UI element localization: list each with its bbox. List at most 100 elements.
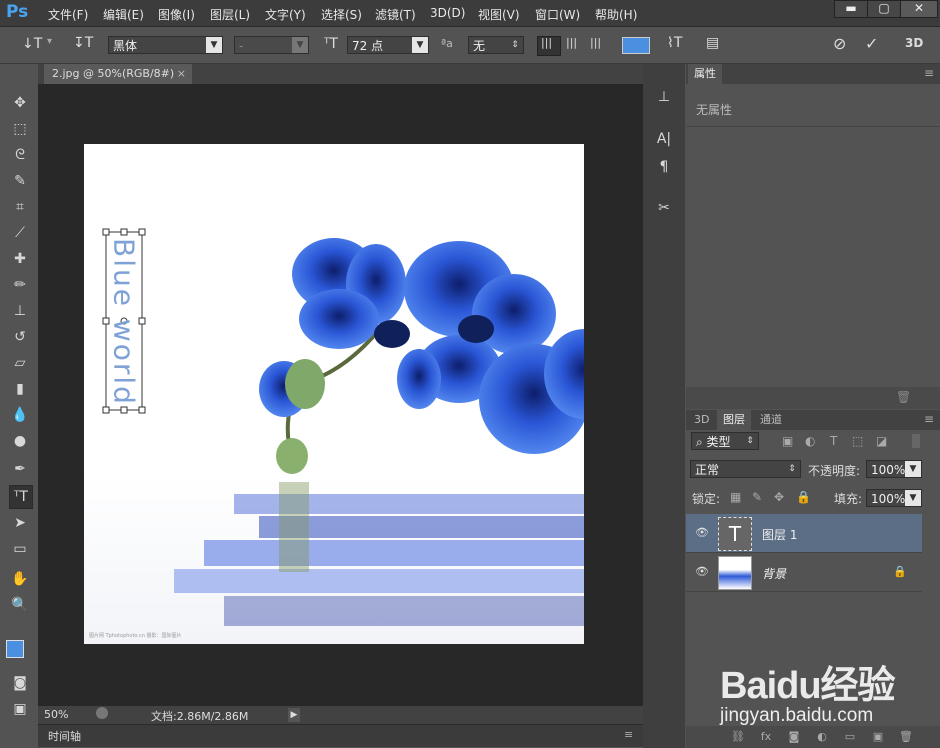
background-layer-thumbnail bbox=[718, 556, 752, 590]
menu-window[interactable]: 窗口(W) bbox=[535, 6, 580, 23]
font-style-value: - bbox=[239, 39, 244, 53]
font-style-select[interactable]: - ▼ bbox=[234, 36, 309, 54]
paragraph-styles-icon[interactable]: ⊥ bbox=[653, 86, 675, 108]
visibility-eye-icon[interactable]: 👁 bbox=[695, 526, 709, 540]
menu-3d[interactable]: 3D(D) bbox=[430, 6, 465, 20]
play-arrow-icon[interactable]: ▶ bbox=[288, 708, 300, 722]
options-bar: ↓T ▾ ↧T 黑体 ▼ - ▼ ᵀT 72 点 ▼ ªa 无 ⇕ ||| ||… bbox=[0, 27, 940, 64]
gradient-tool-icon[interactable]: ▮ bbox=[9, 378, 31, 400]
fill-input[interactable]: 100% ▼ bbox=[866, 489, 922, 507]
filter-pixel-icon[interactable]: ▣ bbox=[782, 434, 793, 448]
maximize-button[interactable]: ▢ bbox=[867, 0, 901, 18]
panel-menu-icon[interactable]: ≡ bbox=[924, 412, 934, 426]
zoom-level[interactable]: 50% bbox=[44, 708, 68, 721]
properties-footer: 🗑 bbox=[686, 387, 940, 409]
zoom-tool-icon[interactable]: 🔍 bbox=[9, 594, 31, 616]
warp-text-icon[interactable]: ⌇T bbox=[667, 35, 682, 51]
quick-mask-icon[interactable]: ◙ bbox=[9, 672, 31, 694]
pen-tool-icon[interactable]: ✒ bbox=[9, 458, 31, 480]
menu-help[interactable]: 帮助(H) bbox=[595, 6, 637, 23]
filter-smart-object-icon[interactable]: ◪ bbox=[876, 434, 887, 448]
font-family-select[interactable]: 黑体 ▼ bbox=[108, 36, 223, 54]
menu-type[interactable]: 文字(Y) bbox=[265, 6, 306, 23]
document-canvas[interactable]: Blue world 图片网 Tphotophoto.cn 摄影：国际图片 bbox=[84, 144, 584, 644]
layer-row-text[interactable]: 👁 T 图层 1 bbox=[686, 514, 922, 553]
type-tool-icon[interactable]: ᵀT bbox=[9, 485, 33, 509]
blend-mode-select[interactable]: 正常 ⇕ bbox=[690, 460, 801, 478]
panel-menu-icon[interactable]: ≡ bbox=[624, 728, 633, 741]
layer-name[interactable]: 图层 1 bbox=[762, 526, 797, 543]
visibility-eye-icon[interactable]: 👁 bbox=[695, 565, 709, 579]
hand-tool-icon[interactable]: ✋ bbox=[9, 568, 31, 590]
timeline-label[interactable]: 时间轴 bbox=[48, 728, 81, 744]
properties-panel: 属性 ≡ 无属性 🗑 bbox=[686, 64, 940, 409]
text-color-swatch[interactable] bbox=[622, 37, 650, 54]
quick-select-tool-icon[interactable]: ✎ bbox=[9, 170, 31, 192]
paragraph-icon[interactable]: ¶ bbox=[653, 156, 675, 178]
tool-preset-dropdown-icon[interactable]: ▾ bbox=[47, 36, 52, 47]
tab-layers[interactable]: 图层 bbox=[717, 410, 751, 430]
menu-bar: Ps 文件(F) 编辑(E) 图像(I) 图层(L) 文字(Y) 选择(S) 滤… bbox=[0, 0, 940, 27]
lasso-tool-icon[interactable]: ᘓ bbox=[9, 144, 31, 166]
history-brush-tool-icon[interactable]: ↺ bbox=[9, 326, 31, 348]
filter-adjustment-icon[interactable]: ◐ bbox=[805, 434, 815, 448]
brush-tool-icon[interactable]: ✏ bbox=[9, 274, 31, 296]
move-tool-icon[interactable]: ✥ bbox=[9, 92, 31, 114]
minimize-button[interactable]: ▬ bbox=[834, 0, 868, 18]
rectangle-tool-icon[interactable]: ▭ bbox=[9, 538, 31, 560]
layer-name[interactable]: 背景 bbox=[762, 565, 786, 582]
tab-3d[interactable]: 3D bbox=[688, 410, 715, 430]
healing-brush-tool-icon[interactable]: ✚ bbox=[9, 248, 31, 270]
eraser-tool-icon[interactable]: ▱ bbox=[9, 352, 31, 374]
menu-layer[interactable]: 图层(L) bbox=[210, 6, 250, 23]
commit-edit-icon[interactable]: ✓ bbox=[865, 34, 878, 53]
eyedropper-tool-icon[interactable]: ⟋ bbox=[9, 222, 31, 244]
vertical-text-layer[interactable]: Blue world bbox=[104, 232, 144, 412]
menu-file[interactable]: 文件(F) bbox=[48, 6, 88, 23]
clone-stamp-tool-icon[interactable]: ⊥ bbox=[9, 300, 31, 322]
menu-select[interactable]: 选择(S) bbox=[321, 6, 362, 23]
document-tab[interactable]: 2.jpg @ 50%(RGB/8#) × bbox=[44, 64, 192, 84]
opacity-input[interactable]: 100% ▼ bbox=[866, 460, 922, 478]
close-tab-icon[interactable]: × bbox=[177, 64, 186, 84]
font-size-select[interactable]: 72 点 ▼ bbox=[347, 36, 429, 54]
close-window-button[interactable]: ✕ bbox=[900, 0, 938, 18]
trash-icon[interactable]: 🗑 bbox=[896, 390, 911, 404]
layer-filter-select[interactable]: ⌕ 类型 ⇕ bbox=[691, 432, 759, 450]
blur-tool-icon[interactable]: 💧 bbox=[9, 404, 31, 426]
character-icon[interactable]: A| bbox=[653, 128, 675, 150]
filter-toggle-switch[interactable] bbox=[912, 434, 920, 448]
filter-type-icon[interactable]: T bbox=[830, 434, 837, 448]
antialias-select[interactable]: 无 ⇕ bbox=[468, 36, 524, 54]
filter-shape-icon[interactable]: ⬚ bbox=[852, 434, 863, 448]
menu-image[interactable]: 图像(I) bbox=[158, 6, 195, 23]
lock-position-icon[interactable]: ✥ bbox=[774, 490, 784, 504]
foreground-color-swatch[interactable] bbox=[6, 640, 24, 658]
properties-header: 无属性 bbox=[686, 84, 940, 127]
3d-button[interactable]: 3D bbox=[905, 36, 923, 50]
screen-mode-icon[interactable]: ▣ bbox=[9, 698, 31, 720]
menu-view[interactable]: 视图(V) bbox=[478, 6, 520, 23]
align-center-icon[interactable]: ||| bbox=[566, 36, 577, 49]
tab-channels[interactable]: 通道 bbox=[754, 410, 788, 430]
lock-all-icon[interactable]: 🔒 bbox=[796, 490, 811, 504]
character-panel-icon[interactable]: ▤ bbox=[706, 35, 719, 51]
path-selection-tool-icon[interactable]: ➤ bbox=[9, 512, 31, 534]
dodge-tool-icon[interactable]: ● bbox=[9, 430, 31, 452]
tool-presets-icon[interactable]: ✂ bbox=[653, 197, 675, 219]
vertical-type-tool-icon[interactable]: ↓T bbox=[22, 36, 42, 52]
marquee-tool-icon[interactable]: ⬚ bbox=[9, 118, 31, 140]
layer-row-background[interactable]: 👁 背景 🔒 bbox=[686, 553, 922, 592]
toggle-text-orientation-icon[interactable]: ↧T bbox=[73, 35, 93, 51]
tab-properties[interactable]: 属性 bbox=[688, 64, 722, 84]
crop-tool-icon[interactable]: ⌗ bbox=[9, 196, 31, 218]
opacity-label: 不透明度: bbox=[808, 464, 861, 478]
status-menu-icon[interactable] bbox=[96, 707, 108, 719]
menu-edit[interactable]: 编辑(E) bbox=[103, 6, 144, 23]
lock-pixels-icon[interactable]: ✎ bbox=[752, 490, 762, 504]
panel-menu-icon[interactable]: ≡ bbox=[924, 66, 934, 80]
lock-transparent-icon[interactable]: ▦ bbox=[730, 490, 741, 504]
cancel-edit-icon[interactable]: ⊘ bbox=[833, 34, 846, 53]
align-bottom-icon[interactable]: ||| bbox=[590, 36, 601, 49]
menu-filter[interactable]: 滤镜(T) bbox=[375, 6, 416, 23]
